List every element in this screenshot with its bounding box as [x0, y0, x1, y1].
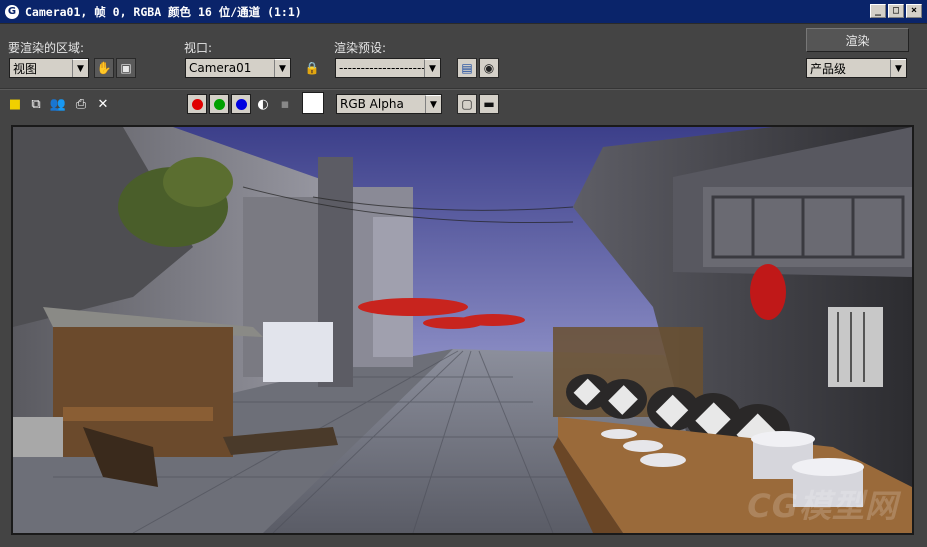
render-settings-panel: 要渲染的区域: 视图 ▼ ✋ ▣ 视口: Camera01 ▼ 🔒 渲染预设: …: [0, 24, 927, 88]
toggle-ui-overlay-icon[interactable]: ▢: [457, 94, 477, 114]
color-swatch[interactable]: [302, 92, 324, 114]
render-preset-label: 渲染预设:: [334, 41, 387, 55]
chevron-down-icon[interactable]: ▼: [72, 59, 88, 77]
green-channel-button[interactable]: [209, 94, 229, 114]
channel-dropdown[interactable]: RGB Alpha ▼: [336, 94, 442, 114]
chevron-down-icon[interactable]: ▼: [424, 59, 440, 77]
red-channel-button[interactable]: [187, 94, 207, 114]
render-area-dropdown[interactable]: 视图 ▼: [9, 58, 89, 78]
window-title: Camera01, 帧 0, RGBA 颜色 16 位/通道 (1:1): [25, 4, 302, 19]
frame-toolbar: ■ ⧉ 👥 ⎙ ✕ ◐ ▪ RGB Alpha ▼ ▢ ▬: [0, 90, 927, 120]
clone-icon[interactable]: 👥: [49, 95, 67, 113]
rendered-image-viewport[interactable]: CG模型网: [11, 125, 914, 535]
chevron-down-icon[interactable]: ▼: [425, 95, 441, 113]
render-button[interactable]: 渲染: [806, 28, 909, 52]
auto-region-icon[interactable]: ▣: [116, 58, 136, 78]
viewport-label: 视口:: [184, 41, 213, 55]
lock-icon[interactable]: 🔒: [302, 58, 322, 78]
chevron-down-icon[interactable]: ▼: [890, 59, 906, 77]
close-button[interactable]: ×: [906, 4, 922, 18]
copy-icon[interactable]: ⧉: [27, 95, 45, 113]
blue-channel-button[interactable]: [231, 94, 251, 114]
alpha-icon[interactable]: ◐: [254, 95, 272, 113]
environment-icon[interactable]: ◉: [479, 58, 499, 78]
render-setup-icon[interactable]: ▤: [457, 58, 477, 78]
production-value: 产品级: [810, 61, 847, 76]
chevron-down-icon[interactable]: ▼: [274, 59, 290, 77]
blue-dot-icon: [235, 98, 247, 110]
production-dropdown[interactable]: 产品级 ▼: [806, 58, 907, 78]
viewport-dropdown[interactable]: Camera01 ▼: [185, 58, 291, 78]
render-preset-dropdown[interactable]: ---------------------- ▼: [335, 58, 441, 78]
maximize-button[interactable]: □: [888, 4, 904, 18]
green-dot-icon: [213, 98, 225, 110]
red-dot-icon: [191, 98, 203, 110]
print-icon[interactable]: ⎙: [72, 95, 90, 113]
rendered-street-scene: [13, 127, 912, 533]
viewport-value: Camera01: [189, 61, 252, 75]
render-preset-value: ----------------------: [339, 61, 424, 75]
render-area-value: 视图: [13, 61, 38, 76]
app-icon[interactable]: G: [5, 4, 19, 19]
toggle-ui-icon[interactable]: ▬: [479, 94, 499, 114]
channel-value: RGB Alpha: [340, 97, 404, 111]
clear-icon[interactable]: ✕: [94, 95, 112, 113]
edit-region-icon[interactable]: ✋: [94, 58, 114, 78]
monochrome-icon[interactable]: ▪: [276, 95, 294, 113]
watermark: CG模型网: [747, 487, 898, 525]
render-area-label: 要渲染的区域:: [8, 41, 85, 55]
save-icon[interactable]: ■: [6, 95, 24, 113]
title-bar: G Camera01, 帧 0, RGBA 颜色 16 位/通道 (1:1) _…: [0, 0, 927, 24]
minimize-button[interactable]: _: [870, 4, 886, 18]
